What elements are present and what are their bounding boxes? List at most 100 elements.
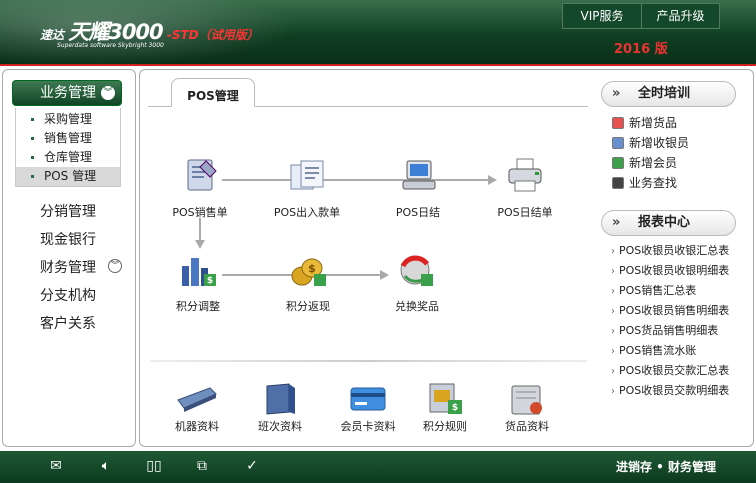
sidebar-item-label: 仓库管理: [44, 150, 93, 164]
computer-icon: [402, 160, 436, 190]
prize-icon: [400, 255, 433, 286]
nav-group-label: 业务管理: [40, 85, 96, 101]
document-icon: [187, 159, 217, 191]
svg-text:$: $: [308, 262, 316, 275]
nav-item-finance[interactable]: 财务管理 ︾: [40, 257, 122, 277]
member-add-icon: [612, 157, 624, 169]
logo-title: 天耀3000: [68, 20, 163, 44]
chevron-down-icon: ︾: [108, 259, 122, 273]
top-buttons: VIP服务 产品升级: [562, 3, 720, 29]
report-item-label: POS收银员收银汇总表: [619, 244, 730, 257]
pos-inout-label: POS出入款单: [273, 206, 341, 219]
pos-daily-sheet-label: POS日结单: [497, 206, 553, 219]
bullet-icon: [31, 137, 34, 140]
nav-group-business[interactable]: 业务管理 ︾: [12, 80, 122, 106]
bullet-icon: [31, 156, 34, 159]
double-chevron-icon: »: [612, 215, 621, 230]
printer-icon: [508, 158, 542, 192]
copy-icon[interactable]: ⧉: [193, 457, 211, 475]
pos-sale-label: POS销售单: [172, 206, 228, 219]
training-item-new-goods[interactable]: 新增货品: [612, 114, 677, 131]
pos-daily-label: POS日结: [395, 206, 441, 219]
speaker-icon[interactable]: 🔈︎: [97, 457, 115, 475]
training-item-label: 业务查找: [629, 176, 678, 190]
nav-item-cash-bank[interactable]: 现金银行: [40, 229, 96, 249]
footer-slogan: 进销存 • 财务管理: [616, 460, 717, 474]
building-chart-icon: $: [182, 258, 216, 286]
points-rules-label: 积分规则: [423, 420, 467, 433]
rules-icon: $: [429, 383, 462, 414]
check-icon[interactable]: ✓: [243, 457, 261, 475]
sidebar-item-pos[interactable]: POS 管理: [16, 167, 120, 186]
logo-brand: 速达: [40, 28, 65, 42]
bullet-icon: [31, 118, 34, 121]
report-item[interactable]: › POS销售流水账: [611, 342, 696, 358]
nav-item-distribution[interactable]: 分销管理: [40, 201, 96, 221]
machine-data-label: 机器资料: [175, 420, 219, 433]
report-item-label: POS收银员收银明细表: [619, 264, 730, 277]
report-item-label: POS收银员交款明细表: [619, 384, 730, 397]
report-item[interactable]: › POS收银员销售明细表: [611, 302, 729, 318]
arrow-right-icon: [380, 270, 389, 280]
sidebar-item-sales[interactable]: 销售管理: [16, 129, 120, 148]
training-header[interactable]: » 全时培训: [601, 81, 736, 107]
training-item-label: 新增收银员: [629, 136, 690, 150]
sidebar-item-label: 销售管理: [44, 131, 93, 145]
flow-line: [222, 179, 490, 181]
money-icon: $: [291, 258, 326, 286]
goods-icon: [511, 385, 542, 415]
edition-label: 2016 版: [614, 42, 668, 57]
device-icon: [177, 387, 217, 412]
double-chevron-icon: »: [612, 86, 621, 101]
cashier-add-icon: [612, 137, 624, 149]
card-icon: [350, 387, 386, 411]
report-item[interactable]: › POS收银员交款汇总表: [611, 362, 729, 378]
training-item-label: 新增货品: [629, 116, 678, 130]
report-item-label: POS货品销售明细表: [619, 324, 719, 337]
report-item[interactable]: › POS收银员交款明细表: [611, 382, 729, 398]
training-item-label: 新增会员: [629, 156, 678, 170]
chevron-right-icon: ›: [611, 286, 615, 297]
goods-add-icon: [612, 117, 624, 129]
report-item-label: POS销售流水账: [619, 344, 697, 357]
svg-text:$: $: [207, 276, 213, 286]
nav-item-label: 财务管理: [40, 260, 96, 276]
training-item-new-member[interactable]: 新增会员: [612, 154, 677, 171]
report-title: 报表中心: [638, 215, 691, 230]
book-icon[interactable]: ▯▯: [145, 457, 163, 475]
logo-std: -STD（试用版）: [166, 28, 259, 42]
logo-subtitle: Superdata software Skybright 3000: [57, 42, 164, 49]
redeem-prize-label: 兑换奖品: [395, 300, 439, 313]
svg-text:$: $: [452, 403, 458, 413]
product-upgrade-button[interactable]: 产品升级: [641, 4, 719, 28]
goods-data-label: 货品资料: [505, 420, 549, 433]
arrow-right-icon: [488, 175, 497, 185]
training-item-new-cashier[interactable]: 新增收银员: [612, 134, 689, 151]
report-item[interactable]: › POS销售汇总表: [611, 282, 696, 298]
chevron-right-icon: ›: [611, 386, 615, 397]
shift-data-label: 班次资料: [258, 420, 302, 433]
chevron-right-icon: ›: [611, 326, 615, 337]
sidebar-item-warehouse[interactable]: 仓库管理: [16, 148, 120, 167]
flow-line: [199, 218, 201, 240]
report-item[interactable]: › POS收银员收银明细表: [611, 262, 729, 278]
arrow-down-icon: [195, 240, 205, 249]
sidebar-item-purchase[interactable]: 采购管理: [16, 110, 120, 129]
training-item-business-search[interactable]: 业务查找: [612, 174, 677, 191]
report-center-header[interactable]: » 报表中心: [601, 210, 736, 236]
report-item[interactable]: › POS收银员收银汇总表: [611, 242, 729, 258]
vip-service-button[interactable]: VIP服务: [563, 4, 641, 28]
chevron-right-icon: ›: [611, 366, 615, 377]
chevron-right-icon: ›: [611, 346, 615, 357]
nav-item-crm[interactable]: 客户关系: [40, 313, 96, 333]
nav-item-branch[interactable]: 分支机构: [40, 285, 96, 305]
mail-icon[interactable]: ✉: [47, 457, 65, 475]
bullet-icon: [31, 175, 34, 178]
section-divider: [150, 360, 587, 362]
report-item-label: POS销售汇总表: [619, 284, 697, 297]
report-item[interactable]: › POS货品销售明细表: [611, 322, 718, 338]
search-icon: [612, 177, 624, 189]
chevron-right-icon: ›: [611, 266, 615, 277]
tab-pos-management[interactable]: POS管理: [171, 78, 255, 107]
training-title: 全时培训: [638, 86, 691, 101]
